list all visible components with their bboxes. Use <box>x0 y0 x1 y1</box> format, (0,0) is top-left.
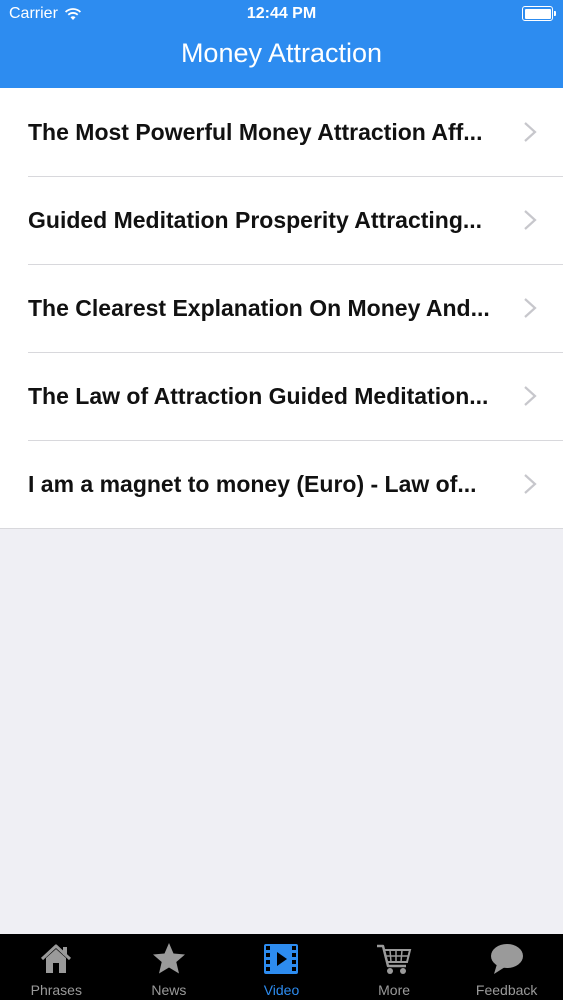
list-item-title: Guided Meditation Prosperity Attracting.… <box>28 206 483 233</box>
tab-label: Feedback <box>475 982 538 998</box>
list-item[interactable]: I am a magnet to money (Euro) - Law of..… <box>0 440 563 528</box>
tab-label: More <box>378 982 411 998</box>
film-icon <box>264 944 299 974</box>
tab-phrases[interactable]: Phrases <box>0 934 113 1000</box>
list-item-title: I am a magnet to money (Euro) - Law of..… <box>28 470 477 497</box>
list-item[interactable]: Guided Meditation Prosperity Attracting.… <box>0 176 563 264</box>
tab-label: Phrases <box>30 982 82 998</box>
list-item-title: The Law of Attraction Guided Meditation.… <box>28 382 489 409</box>
chevron-right-icon <box>524 386 537 406</box>
speech-bubble-icon <box>490 944 523 974</box>
tab-feedback[interactable]: Feedback <box>450 934 563 1000</box>
list-item[interactable]: The Most Powerful Money Attraction Aff..… <box>0 88 563 176</box>
status-right <box>522 6 556 21</box>
battery-icon <box>522 6 556 21</box>
star-icon <box>152 943 185 974</box>
tab-video[interactable]: Video <box>225 934 338 1000</box>
cart-icon <box>377 944 412 974</box>
chevron-right-icon <box>524 474 537 494</box>
page-title: Money Attraction <box>180 38 383 68</box>
video-list: The Most Powerful Money Attraction Aff..… <box>0 88 563 529</box>
list-item-title: The Most Powerful Money Attraction Aff..… <box>28 118 483 145</box>
navigation-header: Carrier 12:44 PM Money Attraction <box>0 0 563 88</box>
chevron-right-icon <box>524 122 537 142</box>
status-time: 12:44 PM <box>246 5 317 22</box>
home-icon <box>41 944 72 973</box>
status-bar: Carrier 12:44 PM <box>0 0 563 30</box>
chevron-right-icon <box>524 298 537 318</box>
chevron-right-icon <box>524 210 537 230</box>
tab-label: News <box>151 982 187 998</box>
list-item-title: The Clearest Explanation On Money And... <box>28 294 490 321</box>
list-item[interactable]: The Law of Attraction Guided Meditation.… <box>0 352 563 440</box>
list-item[interactable]: The Clearest Explanation On Money And... <box>0 264 563 352</box>
tab-label: Video <box>263 982 300 998</box>
tab-news[interactable]: News <box>113 934 226 1000</box>
tab-more[interactable]: More <box>338 934 451 1000</box>
tab-bar: Phrases News Video More Feedback <box>0 934 563 1000</box>
